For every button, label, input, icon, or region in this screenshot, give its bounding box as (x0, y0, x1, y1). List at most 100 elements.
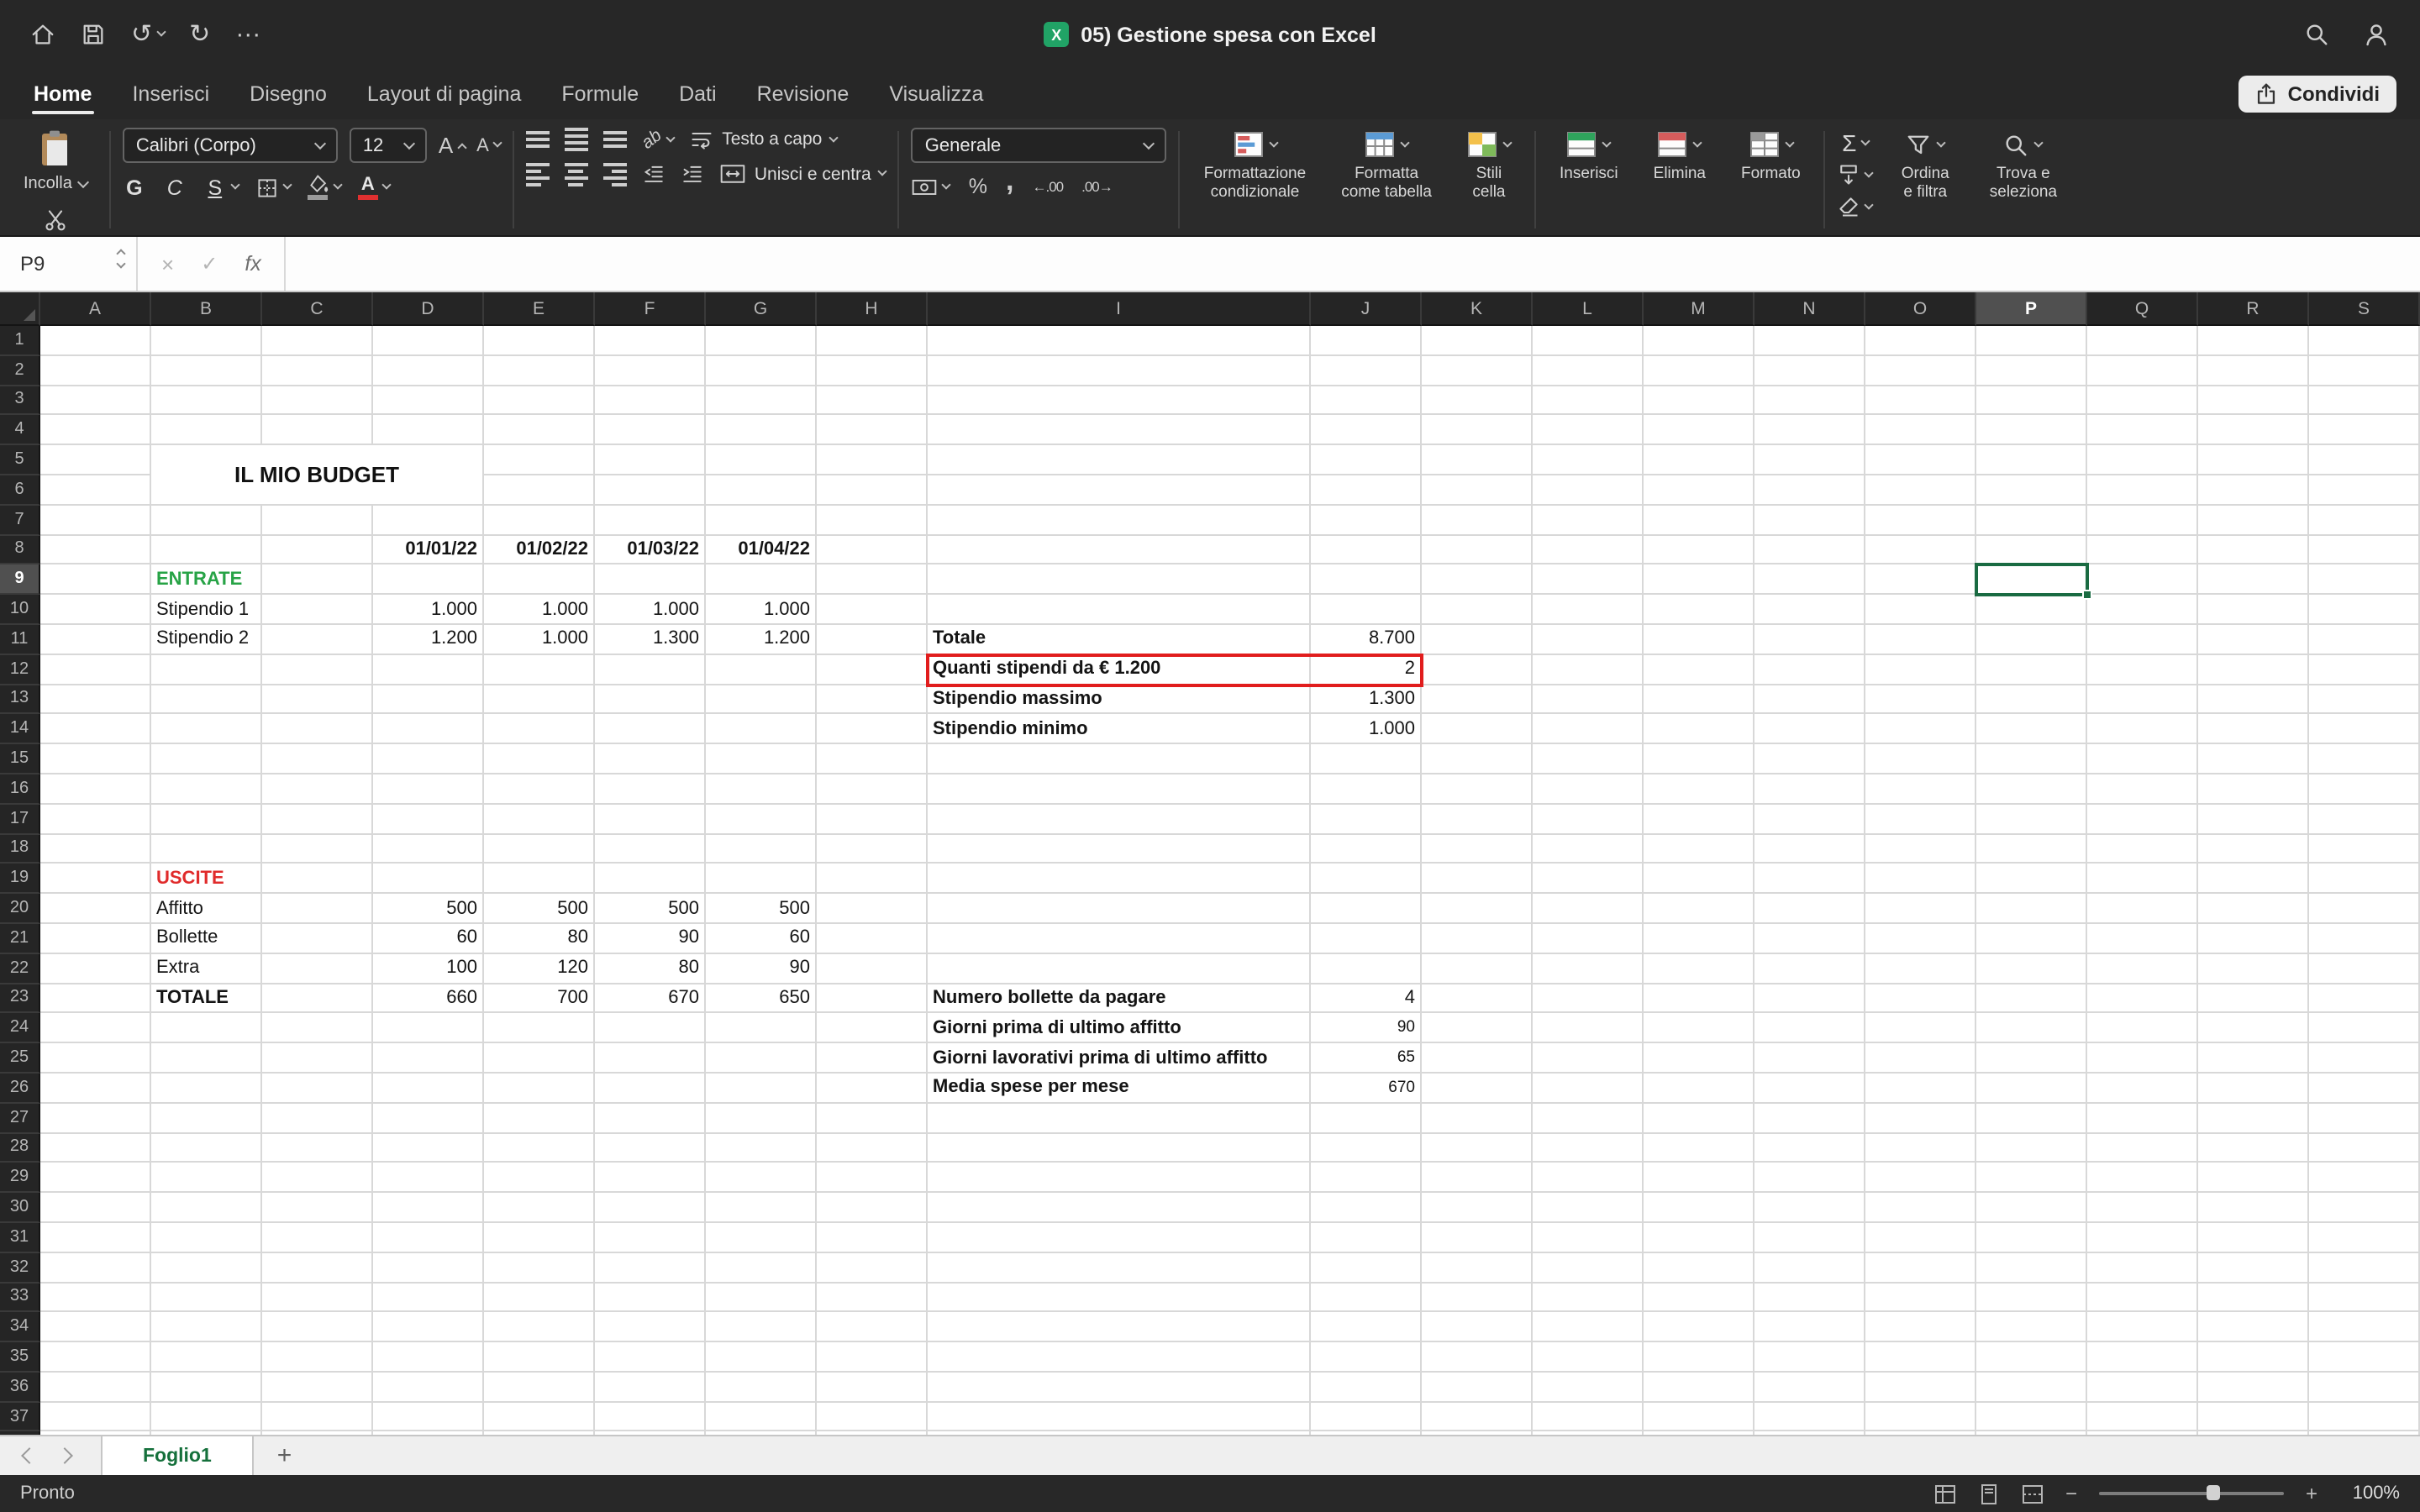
cell-F10[interactable]: 1.000 (595, 595, 706, 625)
cell-Q16[interactable] (2087, 774, 2198, 805)
cell-O3[interactable] (1865, 386, 1976, 416)
cell-G38[interactable] (706, 1432, 817, 1435)
cell-C10[interactable] (262, 595, 373, 625)
cell-J7[interactable] (1311, 506, 1422, 536)
ribbon-tab-disegno[interactable]: Disegno (229, 72, 347, 119)
cell-A18[interactable] (40, 834, 151, 864)
cell-F8[interactable]: 01/03/22 (595, 535, 706, 565)
cell-J34[interactable] (1311, 1313, 1422, 1343)
cell-L26[interactable] (1533, 1074, 1644, 1104)
cell-B24[interactable] (151, 1014, 262, 1044)
cell-N17[interactable] (1754, 805, 1865, 835)
cell-B13[interactable] (151, 685, 262, 715)
cell-J23[interactable]: 4 (1311, 984, 1422, 1014)
cell-Q27[interactable] (2087, 1103, 2198, 1133)
cell-A27[interactable] (40, 1103, 151, 1133)
cell-K1[interactable] (1422, 326, 1533, 356)
column-header-F[interactable]: F (595, 292, 706, 326)
cell-G3[interactable] (706, 386, 817, 416)
row-header-31[interactable]: 31 (0, 1223, 40, 1253)
cell-F22[interactable]: 80 (595, 953, 706, 984)
cell-D20[interactable]: 500 (373, 894, 484, 924)
cell-S21[interactable] (2309, 924, 2420, 954)
cell-F23[interactable]: 670 (595, 984, 706, 1014)
cell-K15[interactable] (1422, 744, 1533, 774)
cell-E35[interactable] (484, 1342, 595, 1373)
row-header-5[interactable]: 5 (0, 445, 40, 475)
cell-F1[interactable] (595, 326, 706, 356)
cell-M1[interactable] (1644, 326, 1754, 356)
cell-O19[interactable] (1865, 864, 1976, 895)
cell-K20[interactable] (1422, 894, 1533, 924)
cell-S36[interactable] (2309, 1373, 2420, 1403)
cell-O38[interactable] (1865, 1432, 1976, 1435)
cell-K28[interactable] (1422, 1133, 1533, 1163)
cell-I10[interactable] (928, 595, 1311, 625)
cell-B23[interactable]: TOTALE (151, 984, 262, 1014)
cell-K7[interactable] (1422, 506, 1533, 536)
cell-L32[interactable] (1533, 1252, 1644, 1283)
cell-H23[interactable] (817, 984, 928, 1014)
cell-E27[interactable] (484, 1103, 595, 1133)
cell-I22[interactable] (928, 953, 1311, 984)
row-header-30[interactable]: 30 (0, 1193, 40, 1223)
cell-S27[interactable] (2309, 1103, 2420, 1133)
cell-R6[interactable] (2198, 475, 2309, 506)
cell-D35[interactable] (373, 1342, 484, 1373)
cell-K32[interactable] (1422, 1252, 1533, 1283)
cell-M18[interactable] (1644, 834, 1754, 864)
cell-D19[interactable] (373, 864, 484, 895)
cell-G19[interactable] (706, 864, 817, 895)
row-header-11[interactable]: 11 (0, 625, 40, 655)
decrease-font-size-button[interactable]: A (476, 135, 501, 155)
cell-A28[interactable] (40, 1133, 151, 1163)
cell-F18[interactable] (595, 834, 706, 864)
cell-C27[interactable] (262, 1103, 373, 1133)
cell-F33[interactable] (595, 1283, 706, 1313)
cell-G16[interactable] (706, 774, 817, 805)
row-header-20[interactable]: 20 (0, 894, 40, 924)
cell-I38[interactable] (928, 1432, 1311, 1435)
cell-P16[interactable] (1976, 774, 2087, 805)
cell-K21[interactable] (1422, 924, 1533, 954)
column-header-B[interactable]: B (151, 292, 262, 326)
cell-I6[interactable] (928, 475, 1311, 506)
cell-I32[interactable] (928, 1252, 1311, 1283)
cell-D38[interactable] (373, 1432, 484, 1435)
cell-S11[interactable] (2309, 625, 2420, 655)
cell-F14[interactable] (595, 715, 706, 745)
cell-E11[interactable]: 1.000 (484, 625, 595, 655)
cell-N12[interactable] (1754, 655, 1865, 685)
cell-J38[interactable] (1311, 1432, 1422, 1435)
cell-H9[interactable] (817, 565, 928, 596)
cell-K6[interactable] (1422, 475, 1533, 506)
cell-N5[interactable] (1754, 445, 1865, 475)
cancel-entry-button[interactable]: × (161, 251, 174, 276)
cell-O15[interactable] (1865, 744, 1976, 774)
cell-L23[interactable] (1533, 984, 1644, 1014)
row-header-12[interactable]: 12 (0, 655, 40, 685)
cell-P11[interactable] (1976, 625, 2087, 655)
cell-P23[interactable] (1976, 984, 2087, 1014)
cell-R21[interactable] (2198, 924, 2309, 954)
cell-P1[interactable] (1976, 326, 2087, 356)
cell-D29[interactable] (373, 1163, 484, 1194)
cell-E7[interactable] (484, 506, 595, 536)
cell-I34[interactable] (928, 1313, 1311, 1343)
cell-Q12[interactable] (2087, 655, 2198, 685)
cell-C37[interactable] (262, 1402, 373, 1432)
cell-J12[interactable]: 2 (1311, 655, 1422, 685)
cell-J16[interactable] (1311, 774, 1422, 805)
cell-Q35[interactable] (2087, 1342, 2198, 1373)
cell-C7[interactable] (262, 506, 373, 536)
cell-K25[interactable] (1422, 1043, 1533, 1074)
cell-K31[interactable] (1422, 1223, 1533, 1253)
cell-B34[interactable] (151, 1313, 262, 1343)
cell-F11[interactable]: 1.300 (595, 625, 706, 655)
cell-B33[interactable] (151, 1283, 262, 1313)
cell-L10[interactable] (1533, 595, 1644, 625)
cell-E10[interactable]: 1.000 (484, 595, 595, 625)
cell-G37[interactable] (706, 1402, 817, 1432)
cell-C22[interactable] (262, 953, 373, 984)
column-header-E[interactable]: E (484, 292, 595, 326)
